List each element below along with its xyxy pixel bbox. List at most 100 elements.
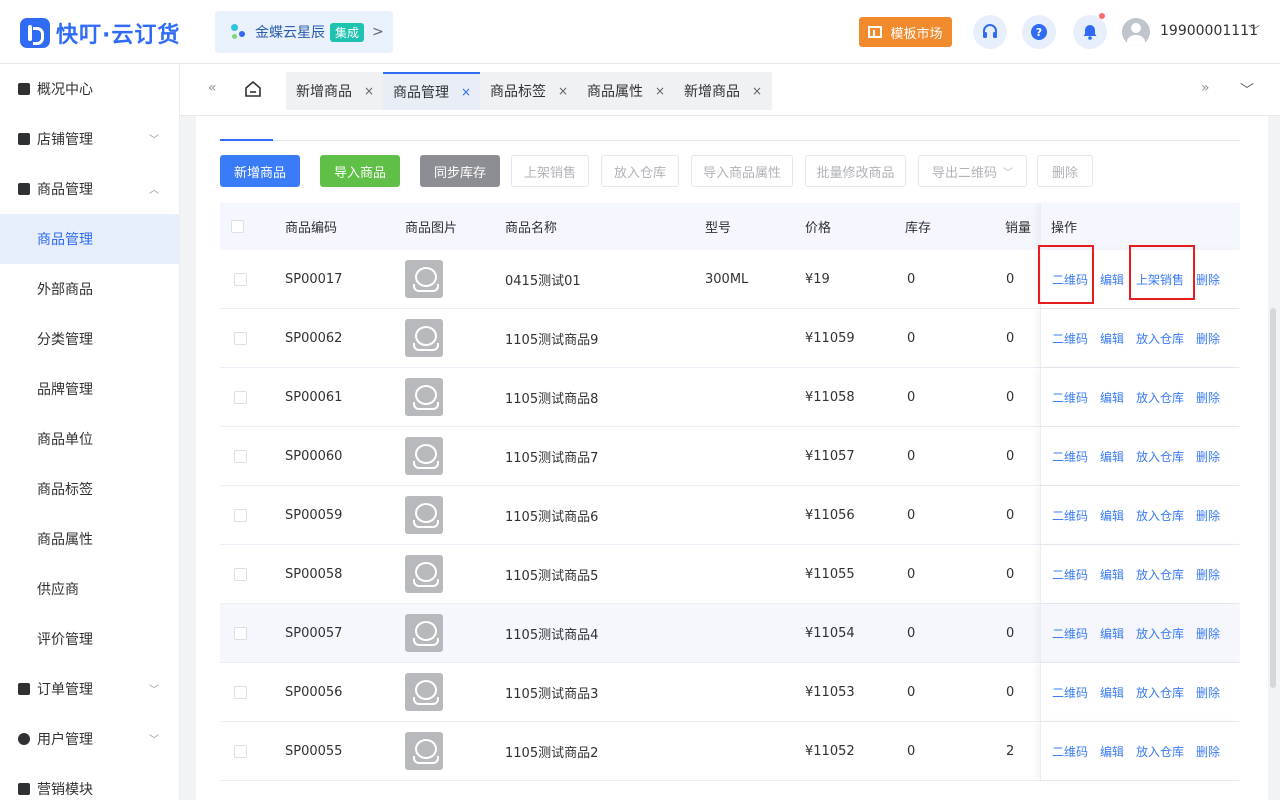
tab-goods-manage[interactable]: 商品管理 × bbox=[383, 72, 482, 110]
tab-goods-attribute[interactable]: 商品属性 × bbox=[577, 72, 676, 110]
row-checkbox[interactable] bbox=[234, 508, 247, 522]
to-warehouse-link[interactable]: 放入仓库 bbox=[1136, 486, 1184, 544]
qr-code-link[interactable]: 二维码 bbox=[1052, 604, 1088, 662]
sidebar-item-goods[interactable]: 商品管理 ︿ bbox=[0, 164, 179, 214]
close-icon[interactable]: × bbox=[364, 84, 374, 98]
sidebar-subitem-review[interactable]: 评价管理 bbox=[0, 614, 179, 664]
row-checkbox[interactable] bbox=[234, 331, 247, 345]
product-placeholder-icon[interactable] bbox=[405, 319, 443, 357]
to-warehouse-link[interactable]: 放入仓库 bbox=[1136, 427, 1184, 485]
edit-link[interactable]: 编辑 bbox=[1100, 368, 1124, 426]
vertical-scrollbar[interactable] bbox=[1270, 308, 1276, 688]
product-placeholder-icon[interactable] bbox=[405, 496, 443, 534]
qr-code-link[interactable]: 二维码 bbox=[1052, 309, 1088, 367]
qr-code-link[interactable]: 二维码 bbox=[1052, 722, 1088, 780]
product-placeholder-icon[interactable] bbox=[405, 732, 443, 770]
app-logo[interactable]: 快叮·云订货 bbox=[20, 17, 180, 49]
sidebar-subitem-attribute[interactable]: 商品属性 bbox=[0, 514, 179, 564]
edit-link[interactable]: 编辑 bbox=[1100, 663, 1124, 721]
sidebar-subitem-supplier[interactable]: 供应商 bbox=[0, 564, 179, 614]
edit-link[interactable]: 编辑 bbox=[1100, 486, 1124, 544]
edit-link[interactable]: 编辑 bbox=[1100, 427, 1124, 485]
product-placeholder-icon[interactable] bbox=[405, 614, 443, 652]
batch-edit-button[interactable]: 批量修改商品 bbox=[805, 155, 906, 187]
import-goods-button[interactable]: 导入商品 bbox=[320, 155, 400, 187]
chevron-down-icon[interactable]: ﹀ bbox=[1240, 80, 1254, 100]
user-phone[interactable]: 19900001111 bbox=[1160, 23, 1258, 39]
product-placeholder-icon[interactable] bbox=[405, 673, 443, 711]
double-chevron-right-icon[interactable]: » bbox=[1201, 80, 1210, 96]
add-goods-button[interactable]: 新增商品 bbox=[220, 155, 300, 187]
double-chevron-left-icon[interactable]: « bbox=[208, 80, 217, 96]
delete-link[interactable]: 删除 bbox=[1196, 663, 1220, 721]
customer-service-button[interactable] bbox=[973, 15, 1007, 49]
select-all-checkbox[interactable] bbox=[231, 220, 244, 233]
product-placeholder-icon[interactable] bbox=[405, 437, 443, 475]
to-warehouse-link[interactable]: 放入仓库 bbox=[1136, 545, 1184, 603]
row-checkbox[interactable] bbox=[234, 567, 247, 581]
sidebar-item-orders[interactable]: 订单管理 ﹀ bbox=[0, 664, 179, 714]
help-button[interactable]: ? bbox=[1022, 15, 1056, 49]
sidebar-subitem-goods-manage[interactable]: 商品管理 bbox=[0, 214, 179, 264]
to-warehouse-link[interactable]: 放入仓库 bbox=[1136, 663, 1184, 721]
to-warehouse-link[interactable]: 放入仓库 bbox=[1136, 722, 1184, 780]
avatar[interactable] bbox=[1122, 18, 1150, 46]
chevron-down-icon[interactable]: ﹀ bbox=[1248, 22, 1260, 39]
delete-link[interactable]: 删除 bbox=[1196, 486, 1220, 544]
to-warehouse-link[interactable]: 放入仓库 bbox=[1136, 604, 1184, 662]
close-icon[interactable]: × bbox=[655, 84, 665, 98]
product-placeholder-icon[interactable] bbox=[405, 555, 443, 593]
notification-button[interactable] bbox=[1073, 13, 1107, 49]
delete-button[interactable]: 删除 bbox=[1037, 155, 1093, 187]
edit-link[interactable]: 编辑 bbox=[1100, 250, 1124, 308]
sidebar-subitem-category[interactable]: 分类管理 bbox=[0, 314, 179, 364]
to-warehouse-button[interactable]: 放入仓库 bbox=[601, 155, 679, 187]
qr-code-link[interactable]: 二维码 bbox=[1052, 663, 1088, 721]
row-checkbox[interactable] bbox=[234, 744, 247, 758]
import-attribute-button[interactable]: 导入商品属性 bbox=[691, 155, 793, 187]
delete-link[interactable]: 删除 bbox=[1196, 545, 1220, 603]
delete-link[interactable]: 删除 bbox=[1196, 427, 1220, 485]
row-checkbox[interactable] bbox=[234, 390, 247, 404]
product-placeholder-icon[interactable] bbox=[405, 260, 443, 298]
sidebar-item-users[interactable]: 用户管理 ﹀ bbox=[0, 714, 179, 764]
sidebar-item-overview[interactable]: 概况中心 bbox=[0, 64, 179, 114]
row-checkbox[interactable] bbox=[234, 685, 247, 699]
close-icon[interactable]: × bbox=[461, 85, 471, 99]
edit-link[interactable]: 编辑 bbox=[1100, 309, 1124, 367]
delete-link[interactable]: 删除 bbox=[1196, 722, 1220, 780]
delete-link[interactable]: 删除 bbox=[1196, 368, 1220, 426]
template-market-button[interactable]: 模板市场 bbox=[859, 17, 952, 47]
delete-link[interactable]: 删除 bbox=[1196, 250, 1220, 308]
sidebar-item-marketing[interactable]: 营销模块 bbox=[0, 764, 179, 800]
edit-link[interactable]: 编辑 bbox=[1100, 604, 1124, 662]
row-checkbox[interactable] bbox=[234, 626, 247, 640]
delete-link[interactable]: 删除 bbox=[1196, 604, 1220, 662]
put-on-sale-button[interactable]: 上架销售 bbox=[511, 155, 589, 187]
qr-code-link[interactable]: 二维码 bbox=[1052, 427, 1088, 485]
tab-goods-tag[interactable]: 商品标签 × bbox=[480, 72, 579, 110]
kingdee-integration-button[interactable]: 金蝶云星辰 集成 > bbox=[215, 11, 393, 53]
qr-code-link[interactable]: 二维码 bbox=[1052, 545, 1088, 603]
sidebar-item-store[interactable]: 店铺管理 ﹀ bbox=[0, 114, 179, 164]
edit-link[interactable]: 编辑 bbox=[1100, 545, 1124, 603]
delete-link[interactable]: 删除 bbox=[1196, 309, 1220, 367]
qr-code-link[interactable]: 二维码 bbox=[1052, 486, 1088, 544]
to-warehouse-link[interactable]: 放入仓库 bbox=[1136, 309, 1184, 367]
tab-add-goods[interactable]: 新增商品 × bbox=[286, 72, 385, 110]
row-checkbox[interactable] bbox=[234, 272, 247, 286]
home-icon[interactable] bbox=[244, 80, 262, 98]
row-checkbox[interactable] bbox=[234, 449, 247, 463]
sidebar-subitem-external-goods[interactable]: 外部商品 bbox=[0, 264, 179, 314]
sync-stock-button[interactable]: 同步库存 bbox=[420, 155, 500, 187]
sidebar-subitem-tag[interactable]: 商品标签 bbox=[0, 464, 179, 514]
product-placeholder-icon[interactable] bbox=[405, 378, 443, 416]
export-qr-dropdown[interactable]: 导出二维码 ﹀ bbox=[918, 155, 1027, 187]
qr-code-link[interactable]: 二维码 bbox=[1052, 368, 1088, 426]
to-warehouse-link[interactable]: 放入仓库 bbox=[1136, 368, 1184, 426]
close-icon[interactable]: × bbox=[752, 84, 762, 98]
sidebar-subitem-brand[interactable]: 品牌管理 bbox=[0, 364, 179, 414]
close-icon[interactable]: × bbox=[558, 84, 568, 98]
sidebar-subitem-unit[interactable]: 商品单位 bbox=[0, 414, 179, 464]
tab-add-goods-2[interactable]: 新增商品 × bbox=[674, 72, 773, 110]
